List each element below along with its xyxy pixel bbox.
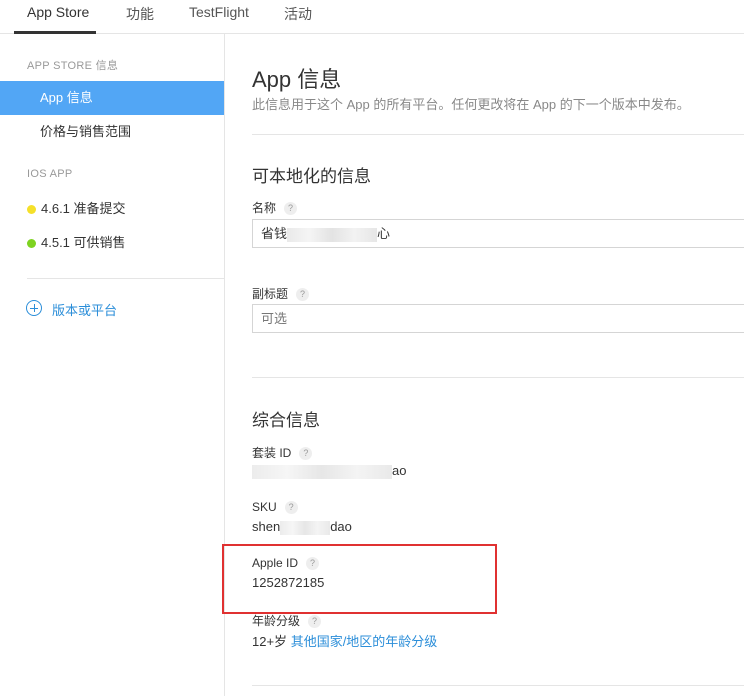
highlight-annotation-box <box>222 544 497 614</box>
redacted-text <box>280 520 331 535</box>
sidebar-item-pricing[interactable]: 价格与销售范围 <box>0 115 224 149</box>
page-title: App 信息 <box>252 67 342 92</box>
sidebar-item-label: 4.6.1 准备提交 <box>41 201 126 216</box>
tab-app-store[interactable]: App Store <box>27 4 89 20</box>
section-divider <box>252 685 744 686</box>
subtitle-input[interactable]: 可选 <box>252 304 744 333</box>
sidebar-section-app-store: APP STORE 信息 <box>27 60 119 72</box>
section-divider <box>252 377 744 378</box>
bundle-id-label: 套装 ID? <box>252 444 313 461</box>
redacted-text <box>287 227 378 242</box>
subtitle-label: 副标题? <box>252 285 310 302</box>
tab-features[interactable]: 功能 <box>126 4 154 24</box>
sidebar-item-label: App 信息 <box>40 90 93 105</box>
sidebar-item-version-451[interactable]: 4.5.1 可供销售 <box>0 226 224 260</box>
bundle-id-value: ao <box>252 463 406 479</box>
sidebar-divider <box>27 278 224 279</box>
sidebar-item-version-461[interactable]: 4.6.1 准备提交 <box>0 192 224 226</box>
status-dot-icon <box>27 239 36 248</box>
section-divider <box>252 134 744 135</box>
help-icon[interactable]: ? <box>308 615 322 629</box>
top-navigation: App Store 功能 TestFlight 活动 <box>0 0 744 34</box>
sidebar-item-app-info[interactable]: App 信息 <box>0 81 224 115</box>
sidebar: APP STORE 信息 App 信息 价格与销售范围 IOS APP 4.6.… <box>0 34 225 696</box>
page-subtitle: 此信息用于这个 App 的所有平台。任何更改将在 App 的下一个版本中发布。 <box>252 97 690 112</box>
sidebar-item-label: 4.5.1 可供销售 <box>41 235 126 250</box>
help-icon[interactable]: ? <box>296 288 310 302</box>
status-dot-icon <box>27 205 36 214</box>
tab-activity[interactable]: 活动 <box>284 4 312 24</box>
sku-label: SKU? <box>252 500 298 515</box>
help-icon[interactable]: ? <box>284 202 298 216</box>
help-icon[interactable]: ? <box>284 501 298 515</box>
other-regions-age-rating-link[interactable]: 其他国家/地区的年龄分级 <box>291 634 438 649</box>
age-rating-value: 12+岁 其他国家/地区的年龄分级 <box>252 634 438 649</box>
tab-testflight[interactable]: TestFlight <box>189 4 249 20</box>
name-input[interactable]: 省钱心 <box>252 219 744 248</box>
plus-circle-icon <box>26 300 42 316</box>
sku-value: shen dao <box>252 519 352 535</box>
age-rating-label: 年龄分级? <box>252 612 322 629</box>
add-platform-label: 版本或平台 <box>52 303 118 318</box>
general-info-title: 综合信息 <box>252 411 320 430</box>
name-label: 名称? <box>252 199 298 216</box>
localizable-info-title: 可本地化的信息 <box>252 167 371 186</box>
redacted-text <box>252 464 392 479</box>
sidebar-section-ios-app: IOS APP <box>27 168 73 180</box>
help-icon[interactable]: ? <box>299 447 313 461</box>
sidebar-item-label: 价格与销售范围 <box>40 124 132 139</box>
